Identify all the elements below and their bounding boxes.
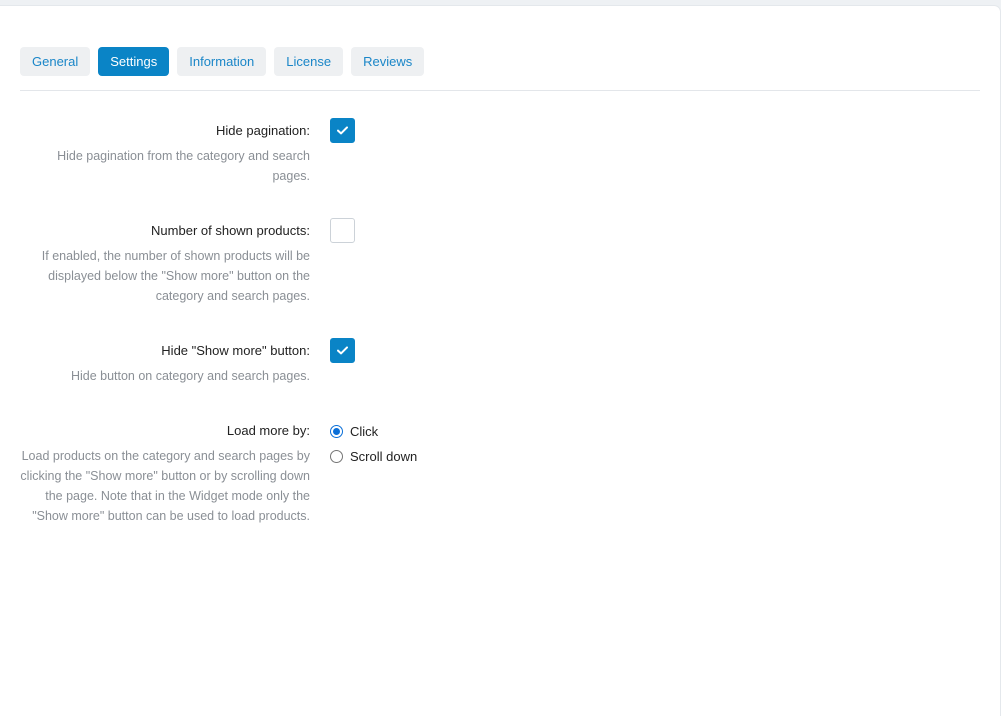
settings-panel: General Settings Information License Rev…: [0, 6, 1000, 716]
setting-label-group: Load more by: Load products on the categ…: [20, 421, 310, 526]
radio-click-label[interactable]: Click: [350, 424, 378, 439]
tab-settings[interactable]: Settings: [98, 47, 170, 76]
number-shown-checkbox[interactable]: [330, 218, 355, 243]
setting-label-group: Hide pagination: Hide pagination from th…: [20, 121, 310, 186]
setting-label-group: Number of shown products: If enabled, th…: [20, 221, 310, 306]
hide-pagination-label: Hide pagination:: [216, 123, 310, 138]
hide-show-more-help: Hide button on category and search pages…: [70, 369, 310, 383]
radio-dot: [333, 427, 340, 435]
hide-show-more-label: Hide "Show more" button:: [161, 343, 310, 358]
hide-pagination-help: Hide pagination from the category and se…: [57, 149, 310, 183]
number-shown-label: Number of shown products:: [151, 223, 310, 238]
number-shown-help: If enabled, the number of shown products…: [41, 249, 310, 303]
checkmark-icon: [337, 346, 348, 355]
hide-show-more-checkbox[interactable]: [330, 338, 355, 363]
setting-label-group: Hide "Show more" button: Hide button on …: [20, 341, 310, 386]
tab-general[interactable]: General: [20, 47, 91, 76]
tab-reviews[interactable]: Reviews: [351, 47, 425, 76]
load-more-radio-group: Click Scroll down: [330, 421, 417, 471]
setting-control: [330, 118, 355, 143]
tab-information[interactable]: Information: [177, 47, 267, 76]
radio-scroll-down[interactable]: [330, 449, 343, 463]
setting-control: [330, 338, 355, 363]
tabs-divider: [20, 90, 980, 91]
load-more-by-help: Load products on the category and search…: [20, 449, 310, 523]
tab-license[interactable]: License: [274, 47, 344, 76]
radio-option-scroll-down[interactable]: Scroll down: [330, 446, 417, 466]
checkmark-icon: [337, 126, 348, 135]
radio-option-click[interactable]: Click: [330, 421, 417, 441]
radio-scroll-down-label[interactable]: Scroll down: [350, 449, 417, 464]
radio-click[interactable]: [330, 424, 343, 438]
hide-pagination-checkbox[interactable]: [330, 118, 355, 143]
load-more-by-label: Load more by:: [226, 423, 310, 438]
tab-bar: General Settings Information License Rev…: [20, 47, 425, 76]
setting-control: [330, 218, 355, 243]
